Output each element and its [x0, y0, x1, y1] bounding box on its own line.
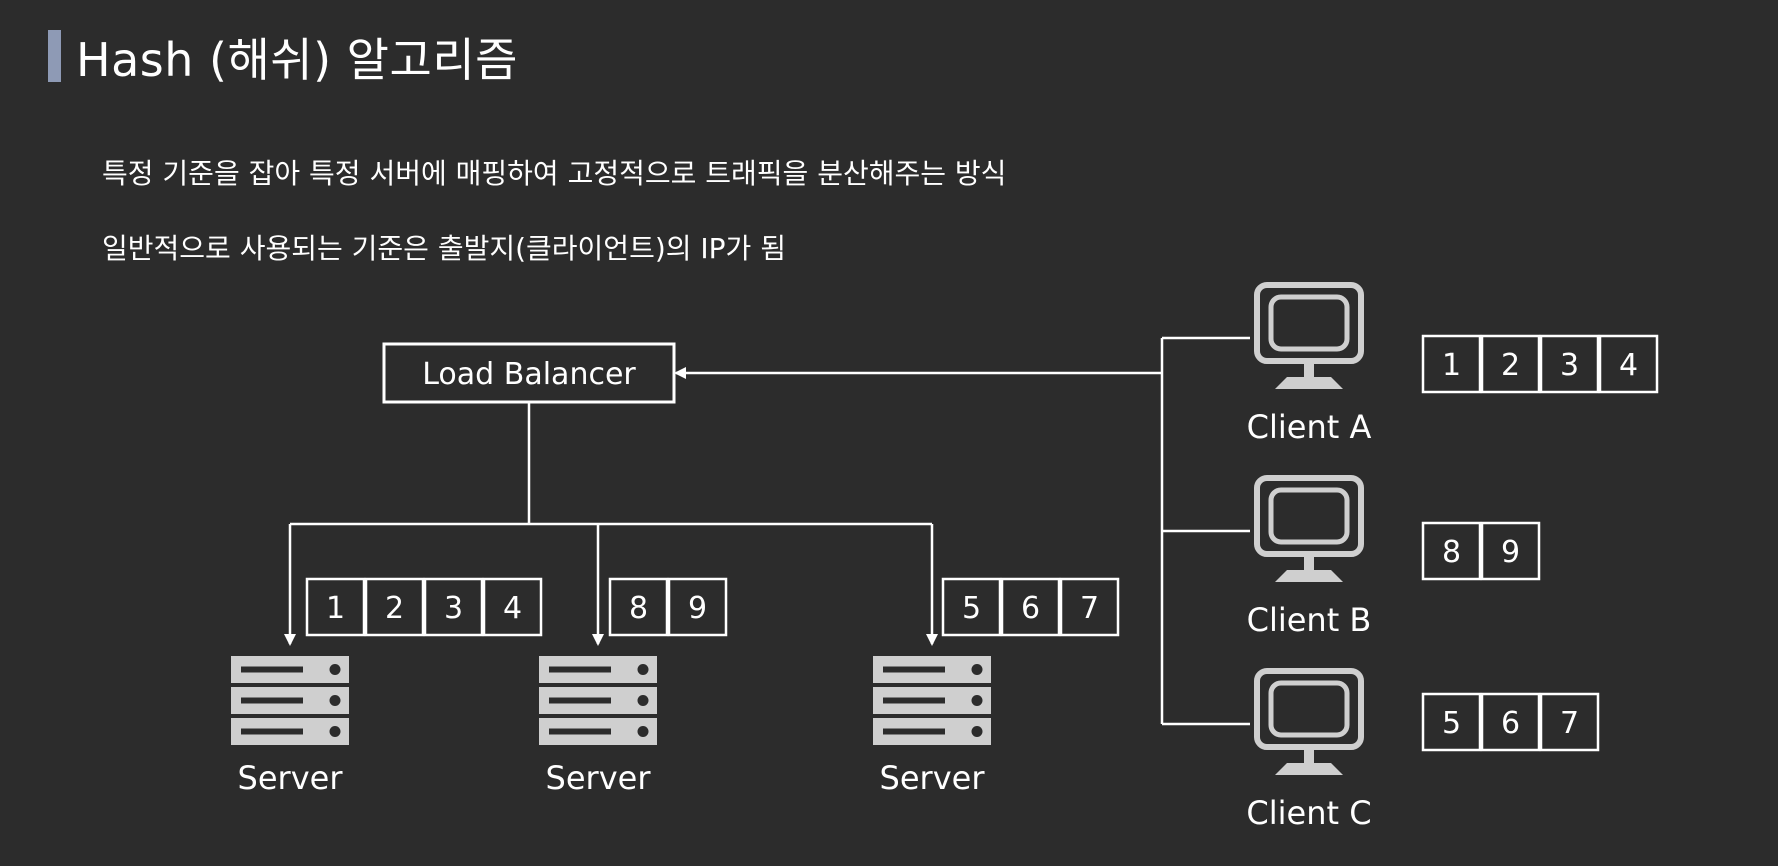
request-number: 2 [385, 591, 404, 626]
request-number: 8 [1442, 535, 1461, 570]
client-label: Client A [1247, 408, 1372, 446]
server-icon [873, 656, 991, 745]
server-request-boxes: 1 2 3 4 [305, 577, 543, 637]
request-number: 5 [962, 591, 981, 626]
request-number: 3 [1560, 348, 1579, 383]
clients: Client A1 2 3 4Client B8 9Client C5 6 7 [1246, 282, 1659, 832]
server-icon [231, 656, 349, 745]
request-number: 4 [503, 591, 522, 626]
server-2: 8 9Server [539, 577, 728, 797]
server-request-boxes: 5 6 7 [941, 577, 1120, 637]
request-number: 2 [1501, 348, 1520, 383]
monitor-icon [1254, 475, 1364, 582]
servers: 1 2 3 4Server8 9Server5 6 7Server [231, 577, 1120, 797]
monitor-icon [1254, 282, 1364, 389]
server-label: Server [546, 759, 652, 797]
request-number: 8 [629, 591, 648, 626]
request-number: 1 [326, 591, 345, 626]
client-request-boxes: 5 6 7 [1421, 692, 1600, 752]
request-number: 9 [688, 591, 707, 626]
server-3: 5 6 7 Server [873, 577, 1120, 797]
client-label: Client B [1247, 601, 1372, 639]
hash-diagram: Load Balancer 1 2 3 4Server8 9Server5 6 7Serve… [231, 282, 1659, 832]
server-request-boxes: 89 [608, 577, 728, 637]
server-icon [539, 656, 657, 745]
request-number: 7 [1560, 706, 1579, 741]
client-request-boxes: 1 2 3 4 [1421, 334, 1659, 394]
request-number: 1 [1442, 348, 1461, 383]
load-balancer: Load Balancer [382, 342, 676, 404]
request-number: 6 [1501, 706, 1520, 741]
server-label: Server [238, 759, 344, 797]
monitor-icon [1254, 668, 1364, 775]
request-number: 5 [1442, 706, 1461, 741]
request-number: 3 [444, 591, 463, 626]
request-number: 4 [1619, 348, 1638, 383]
client-request-boxes: 89 [1421, 521, 1541, 581]
request-number: 9 [1501, 535, 1520, 570]
client-a: Client A 1 2 3 4 [1247, 282, 1659, 446]
load-balancer-label: Load Balancer [422, 357, 636, 392]
server-1: 1 2 3 4 Server [231, 577, 543, 797]
request-number: 6 [1021, 591, 1040, 626]
server-label: Server [880, 759, 986, 797]
request-number: 7 [1080, 591, 1099, 626]
client-b: Client B8 9 [1247, 475, 1541, 639]
client-c: Client C 5 6 7 [1246, 668, 1600, 832]
client-label: Client C [1246, 794, 1371, 832]
